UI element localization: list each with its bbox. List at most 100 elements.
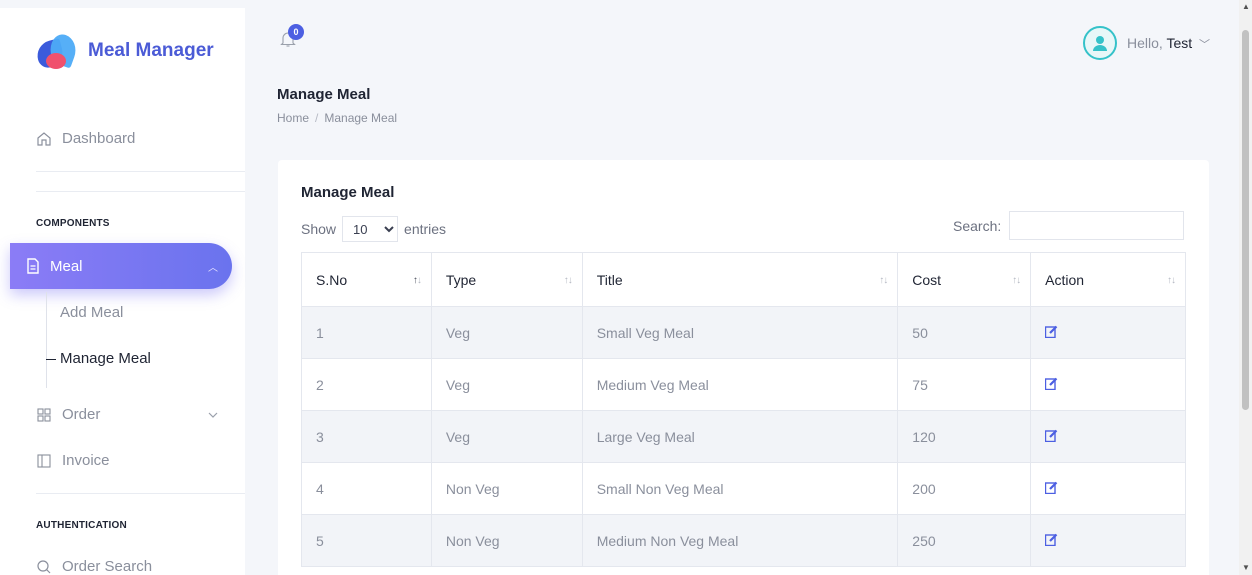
cell-type: Non Veg: [430, 462, 583, 515]
table-header-row: S.No ↑↓ Type ↑↓ Title ↑↓ Cost ↑↓ Action ↑↓: [301, 252, 1186, 307]
sort-icon: ↑↓: [1167, 275, 1176, 286]
sidebar-item-meal[interactable]: Meal ︿: [10, 243, 232, 289]
cell-action: [1030, 306, 1186, 359]
breadcrumb-separator: /: [315, 111, 319, 125]
cell-sno: 2: [301, 358, 432, 411]
table-row: 2 Veg Medium Veg Meal 75: [301, 358, 1186, 411]
scroll-down-arrow-icon[interactable]: ▼: [1242, 563, 1250, 572]
cell-sno: 3: [301, 410, 432, 463]
user-greeting: Hello, Test ﹀: [1127, 35, 1210, 52]
user-name: Test: [1166, 34, 1193, 51]
sidebar-item-order[interactable]: Order: [36, 406, 218, 423]
column-header-title[interactable]: Title ↑↓: [581, 252, 899, 307]
column-header-label: S.No: [316, 271, 348, 288]
table-row: 1 Veg Small Veg Meal 50: [301, 306, 1186, 359]
column-header-label: Title: [596, 271, 623, 288]
edit-icon[interactable]: [1045, 377, 1058, 390]
sidebar-item-label: Order: [62, 406, 101, 423]
sidebar: Meal Manager Dashboard COMPONENTS Meal ︿…: [0, 0, 245, 575]
entries-select[interactable]: 10: [342, 216, 399, 242]
brand-name: Meal Manager: [88, 40, 214, 61]
breadcrumb-current: Manage Meal: [324, 111, 398, 125]
cell-cost: 200: [897, 462, 1032, 515]
edit-icon[interactable]: [1045, 533, 1058, 546]
cell-sno: 5: [301, 514, 432, 567]
sidebar-item-dashboard[interactable]: Dashboard: [36, 130, 135, 147]
cell-cost: 50: [897, 306, 1032, 359]
cell-title: Medium Veg Meal: [581, 358, 899, 411]
chevron-down-icon: ﹀: [1199, 38, 1211, 51]
panel-icon: [37, 453, 51, 468]
table-row: 5 Non Veg Medium Non Veg Meal 250: [301, 514, 1186, 567]
cell-action: [1030, 462, 1186, 515]
edit-icon[interactable]: [1045, 325, 1058, 338]
cell-title: Small Non Veg Meal: [581, 462, 899, 515]
column-header-sno[interactable]: S.No ↑↓: [301, 252, 432, 307]
entries-length-control: Show 10 entries: [301, 216, 446, 242]
breadcrumb: Home / Manage Meal: [277, 111, 397, 125]
cell-cost: 120: [897, 410, 1032, 463]
active-indicator: [46, 359, 56, 360]
cell-type: Non Veg: [430, 514, 583, 567]
cell-sno: 4: [301, 462, 432, 515]
greeting-text: Hello,: [1127, 34, 1163, 51]
table-row: 4 Non Veg Small Non Veg Meal 200: [301, 462, 1186, 515]
search-input[interactable]: [1009, 211, 1185, 240]
divider: [36, 171, 245, 172]
sidebar-item-label: Invoice: [62, 452, 110, 469]
sidebar-item-invoice[interactable]: Invoice: [36, 452, 110, 469]
page-scrollbar[interactable]: ▲ ▼: [1239, 0, 1252, 575]
edit-icon[interactable]: [1045, 481, 1058, 494]
breadcrumb-home[interactable]: Home: [277, 111, 309, 125]
cell-cost: 75: [897, 358, 1032, 411]
table-search: Search:: [953, 211, 1185, 240]
file-icon: [27, 258, 39, 274]
page-title: Manage Meal: [277, 86, 371, 103]
sort-icon: ↑↓: [879, 275, 888, 286]
sidebar-subitem-add-meal[interactable]: Add Meal: [60, 304, 123, 321]
chevron-down-icon: [208, 412, 218, 418]
user-menu[interactable]: Hello, Test ﹀: [1083, 26, 1210, 60]
show-label: Show: [301, 221, 337, 237]
chevron-up-icon: ︿: [208, 263, 218, 274]
cell-action: [1030, 514, 1186, 567]
sort-icon: ↑↓: [412, 275, 422, 286]
column-header-cost[interactable]: Cost ↑↓: [897, 252, 1032, 307]
cell-title: Medium Non Veg Meal: [581, 514, 899, 567]
section-label-authentication: AUTHENTICATION: [36, 520, 127, 531]
cell-type: Veg: [430, 410, 583, 463]
brand[interactable]: Meal Manager: [34, 30, 214, 72]
sidebar-subitem-manage-meal[interactable]: Manage Meal: [60, 350, 151, 367]
cell-action: [1030, 410, 1186, 463]
card-title: Manage Meal: [301, 184, 395, 201]
table-row: 3 Veg Large Veg Meal 120: [301, 410, 1186, 463]
grid-icon: [37, 407, 51, 422]
cell-type: Veg: [430, 306, 583, 359]
user-icon: [1093, 36, 1107, 51]
column-header-type[interactable]: Type ↑↓: [430, 252, 583, 307]
divider: [36, 493, 245, 494]
sort-icon: ↑↓: [563, 275, 573, 286]
meal-table: S.No ↑↓ Type ↑↓ Title ↑↓ Cost ↑↓ Action ↑↓ 1 …: [301, 252, 1186, 567]
entries-label: entries: [404, 221, 447, 237]
submenu-line: [46, 292, 47, 388]
search-icon: [37, 559, 51, 573]
edit-icon[interactable]: [1045, 429, 1058, 442]
scroll-up-arrow-icon[interactable]: ▲: [1242, 2, 1250, 11]
cell-action: [1030, 358, 1186, 411]
column-header-action[interactable]: Action ↑↓: [1030, 252, 1186, 307]
sidebar-item-order-search[interactable]: Order Search: [36, 558, 152, 575]
search-label: Search:: [953, 217, 1002, 234]
cell-cost: 250: [897, 514, 1032, 567]
section-label-components: COMPONENTS: [36, 218, 110, 229]
cell-title: Small Veg Meal: [581, 306, 899, 359]
column-header-label: Type: [445, 271, 477, 288]
cell-sno: 1: [301, 306, 432, 359]
brand-logo-icon: [34, 31, 81, 70]
column-header-label: Cost: [912, 271, 942, 288]
sidebar-item-label: Dashboard: [62, 130, 136, 147]
sidebar-item-label: Meal: [50, 257, 83, 275]
scroll-thumb[interactable]: [1242, 30, 1249, 410]
cell-type: Veg: [430, 358, 583, 411]
manage-meal-card: Manage Meal Show 10 entries Search: S.No…: [278, 160, 1209, 575]
